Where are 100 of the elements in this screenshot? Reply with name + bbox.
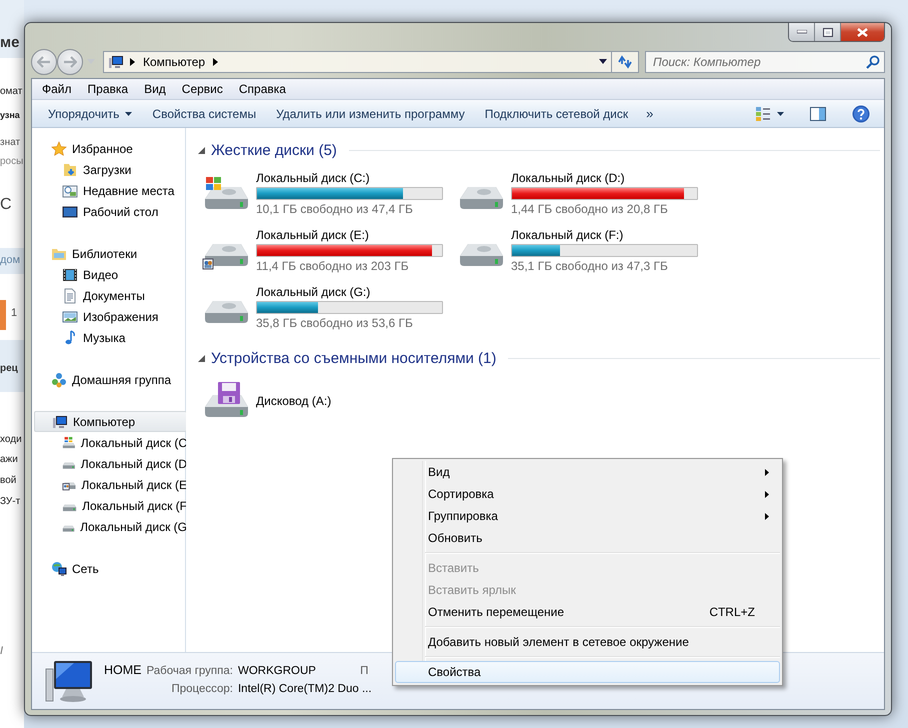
address-bar[interactable]: Компьютер — [103, 50, 612, 72]
sidebar-item[interactable]: Изображения — [34, 306, 187, 327]
sidebar-item[interactable]: Документы — [34, 285, 187, 306]
document-icon — [62, 288, 78, 304]
menu-item[interactable]: Вид — [395, 461, 780, 483]
preview-pane-icon — [810, 106, 826, 122]
field-value: WORKGROUP — [238, 665, 317, 677]
page-text: знат — [0, 137, 20, 148]
menu-item[interactable]: Вид — [136, 80, 174, 98]
forward-button[interactable] — [57, 48, 83, 74]
drive-name[interactable]: Локальный диск (C:) — [256, 170, 443, 184]
page-text: 1 — [11, 307, 18, 319]
sidebar-item[interactable]: Загрузки — [34, 159, 187, 180]
field-label: Рабочая группа: — [146, 665, 233, 677]
menu-item[interactable]: Файл — [34, 80, 80, 98]
group-header[interactable]: Устройства со съемными носителями (1) — [211, 350, 496, 366]
free-space-text: 10,1 ГБ свободно из 47,4 ГБ — [256, 202, 414, 216]
sidebar-item[interactable]: Локальный диск (D — [34, 453, 187, 474]
film-icon — [62, 266, 78, 282]
folder-icon — [62, 162, 78, 178]
drive-name[interactable]: Локальный диск (G:) — [256, 284, 443, 298]
toolbar-button[interactable]: Подключить сетевой диск — [476, 104, 636, 124]
sidebar-item[interactable]: Рабочий стол — [34, 201, 187, 222]
chevron-icon — [130, 58, 135, 66]
search-icon — [866, 54, 880, 68]
drive-name[interactable]: Локальный диск (E:) — [256, 228, 443, 242]
menu-item[interactable]: Обновить — [395, 527, 780, 549]
page-text: росы — [0, 156, 24, 167]
sidebar-item[interactable]: Компьютер — [34, 411, 187, 432]
page-text: ЗУ-т — [0, 496, 20, 507]
homegroup-icon — [51, 372, 67, 388]
computer-icon — [44, 659, 94, 705]
picture-icon — [62, 308, 78, 324]
free-space-text: 11,4 ГБ свободно из 203 ГБ — [256, 258, 410, 272]
sidebar-item[interactable]: Локальный диск (C — [34, 432, 187, 453]
refresh-button[interactable] — [611, 50, 639, 72]
overflow-button[interactable]: » — [640, 103, 660, 124]
menu-item[interactable]: Добавить новый элемент в сетевое окружение — [395, 631, 780, 653]
menu-item[interactable]: Сортировка — [395, 483, 780, 505]
free-space-text: 35,1 ГБ свободно из 47,3 ГБ — [511, 258, 669, 272]
sidebar-item[interactable]: Домашняя группа — [34, 369, 187, 390]
computer-name: HOME — [104, 663, 142, 677]
drive-icon — [62, 482, 76, 491]
shortcut-text: CTRL+Z — [709, 605, 755, 619]
caret-icon — [777, 112, 784, 116]
page-text: ажи — [0, 454, 18, 465]
search-field[interactable]: Поиск: Компьютер — [645, 50, 885, 72]
field-label: Процессор: — [170, 683, 233, 695]
desktop-icon — [62, 204, 78, 220]
menu-item[interactable]: Справка — [230, 80, 294, 98]
field-value: Intel(R) Core(TM)2 Duo ... — [238, 683, 372, 695]
close-icon — [857, 28, 868, 36]
toolbar-button[interactable]: Упорядочить — [40, 104, 140, 124]
sidebar-item[interactable]: Избранное — [34, 138, 187, 159]
computer-icon — [52, 414, 68, 430]
drive-icon — [62, 434, 76, 450]
back-button[interactable] — [31, 48, 57, 74]
maximize-icon — [822, 28, 832, 36]
field-label: П — [360, 665, 368, 677]
dropdown-caret-icon — [599, 59, 607, 64]
breadcrumb[interactable]: Компьютер — [141, 54, 208, 68]
refresh-icon — [617, 54, 633, 68]
page-text: ме — [0, 34, 20, 51]
close-button[interactable] — [841, 23, 884, 41]
forward-arrow-icon — [63, 56, 77, 68]
sidebar-item[interactable]: Музыка — [34, 327, 187, 348]
sidebar-item[interactable]: Локальный диск (E — [34, 474, 187, 495]
sidebar-item[interactable]: Локальный диск (G — [34, 516, 187, 537]
drive-name[interactable]: Локальный диск (D:) — [511, 170, 698, 184]
drive-icon — [62, 462, 76, 470]
page-text: I — [0, 645, 4, 657]
sidebar-item[interactable]: Сеть — [34, 558, 187, 579]
menu-item[interactable]: Правка — [80, 80, 136, 98]
toolbar-button[interactable]: Удалить или изменить программу — [268, 104, 473, 124]
minimize-button[interactable] — [789, 23, 815, 41]
menu-item[interactable]: Группировка — [395, 505, 780, 527]
drive-name[interactable]: Дисковод (A:) — [256, 394, 332, 408]
sidebar-item[interactable]: Видео — [34, 264, 187, 285]
drive-name[interactable]: Локальный диск (F:) — [511, 228, 698, 242]
page-text: С — [0, 196, 12, 214]
menu-item[interactable]: Отменить перемещение CTRL+Z — [395, 601, 780, 623]
page-text: ходи — [0, 434, 22, 445]
toolbar-button[interactable]: Свойства системы — [144, 104, 264, 124]
help-icon — [852, 104, 870, 122]
maximize-button[interactable] — [815, 23, 841, 41]
sidebar-item[interactable]: Недавние места — [34, 180, 187, 201]
free-space-text: 35,8 ГБ свободно из 53,6 ГБ — [256, 316, 414, 330]
network-icon — [51, 560, 67, 576]
group-header[interactable]: Жесткие диски (5) — [211, 142, 337, 158]
menu-item[interactable]: Свойства — [395, 661, 780, 683]
sidebar-item[interactable]: Библиотеки — [34, 243, 187, 264]
caret-icon — [125, 112, 132, 116]
menu-item[interactable]: Сервис — [174, 80, 231, 98]
chevron-icon — [213, 58, 218, 66]
page-text: узна — [0, 110, 20, 120]
free-space-text: 1,44 ГБ свободно из 20,8 ГБ — [511, 202, 669, 216]
sidebar-item[interactable]: Локальный диск (F — [34, 495, 187, 516]
page-text: вой — [0, 475, 16, 486]
drive-icon — [62, 524, 76, 532]
back-arrow-icon — [37, 56, 51, 68]
